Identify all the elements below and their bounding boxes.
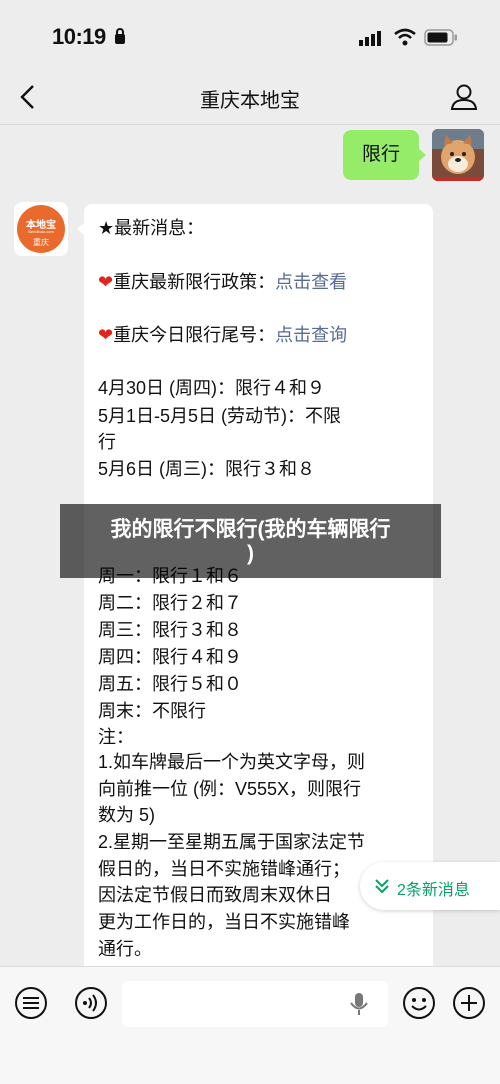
today-link[interactable]: 点击查询 bbox=[275, 325, 347, 345]
message-line: 1.如车牌最后一个为英文字母，则 bbox=[98, 752, 366, 772]
heart-icon: ❤ bbox=[98, 325, 114, 345]
wifi-icon bbox=[394, 28, 416, 46]
status-bar: 10:19 bbox=[0, 0, 500, 70]
outgoing-message-bubble[interactable]: 限行 bbox=[343, 130, 419, 180]
bendibao-avatar[interactable]: 本地宝 Bendibao.com 重庆 bbox=[14, 202, 68, 256]
profile-icon[interactable] bbox=[450, 83, 478, 111]
chat-title: 重庆本地宝 bbox=[200, 90, 300, 112]
message-line: 周三：限行３和８ bbox=[98, 620, 242, 640]
message-line: 5月1日-5月5日 (劳动节)：不限 bbox=[98, 406, 342, 426]
emoji-icon[interactable] bbox=[402, 986, 436, 1020]
status-time: 10:19 bbox=[52, 24, 106, 49]
policy-line: ❤重庆最新限行政策：点击查看 bbox=[98, 269, 347, 295]
today-prefix: 重庆今日限行尾号： bbox=[113, 325, 276, 345]
message-line: 注： bbox=[98, 727, 134, 747]
voice-icon[interactable] bbox=[74, 986, 108, 1020]
message-header: ★最新消息： bbox=[98, 218, 205, 238]
input-bar bbox=[0, 966, 500, 1084]
menu-list-icon[interactable] bbox=[14, 986, 48, 1020]
message-line: 更为工作日的，当日不实施错峰 bbox=[98, 912, 350, 932]
new-messages-label: 2条新消息 bbox=[397, 882, 470, 899]
message-line: 周二：限行２和７ bbox=[98, 593, 242, 613]
bendibao-logo: 本地宝 Bendibao.com 重庆 bbox=[17, 205, 65, 253]
signal-icon bbox=[359, 31, 381, 46]
message-line: 因法定节假日而致周末双休日 bbox=[98, 885, 332, 905]
message-line: 4月30日 (周四)：限行４和９ bbox=[98, 378, 326, 398]
message-input[interactable] bbox=[122, 981, 388, 1027]
logo-city: 重庆 bbox=[33, 238, 49, 247]
message-line: 通行。 bbox=[98, 939, 152, 959]
message-line: 2.星期一至星期五属于国家法定节 bbox=[98, 832, 366, 852]
message-line: 5月6日 (周三)：限行３和８ bbox=[98, 459, 316, 479]
chevron-double-down-icon bbox=[375, 879, 389, 894]
today-line: ❤重庆今日限行尾号：点击查询 bbox=[98, 322, 347, 348]
microphone-icon[interactable] bbox=[350, 992, 368, 1016]
message-line: 向前推一位 (例：V555X，则限行 bbox=[98, 779, 362, 799]
plus-icon[interactable] bbox=[452, 986, 486, 1020]
message-line: 周五：限行５和０ bbox=[98, 674, 242, 694]
title-overlay: 我的限行不限行(我的车辆限行 ) bbox=[60, 504, 441, 578]
message-line: 数为 5) bbox=[98, 805, 156, 825]
navigation-bar: 重庆本地宝 bbox=[0, 70, 500, 125]
message-line: 假日的，当日不实施错峰通行； bbox=[98, 859, 350, 879]
lock-icon bbox=[115, 28, 125, 44]
overlay-line-1: 我的限行不限行(我的车辆限行 bbox=[110, 518, 391, 541]
heart-icon: ❤ bbox=[98, 272, 114, 292]
dog-avatar-image bbox=[432, 129, 484, 181]
policy-link[interactable]: 点击查看 bbox=[275, 272, 347, 292]
logo-url: Bendibao.com bbox=[28, 229, 54, 234]
battery-icon bbox=[424, 29, 457, 46]
policy-prefix: 重庆最新限行政策： bbox=[113, 272, 276, 292]
message-line: 行 bbox=[98, 432, 116, 452]
outgoing-bubble-tail bbox=[418, 148, 426, 162]
message-line: 周末：不限行 bbox=[98, 701, 206, 721]
user-avatar[interactable] bbox=[432, 129, 484, 181]
overlay-line-2: ) bbox=[247, 542, 254, 565]
new-messages-button[interactable]: 2条新消息 bbox=[360, 862, 500, 910]
message-line: 周四：限行４和９ bbox=[98, 647, 242, 667]
